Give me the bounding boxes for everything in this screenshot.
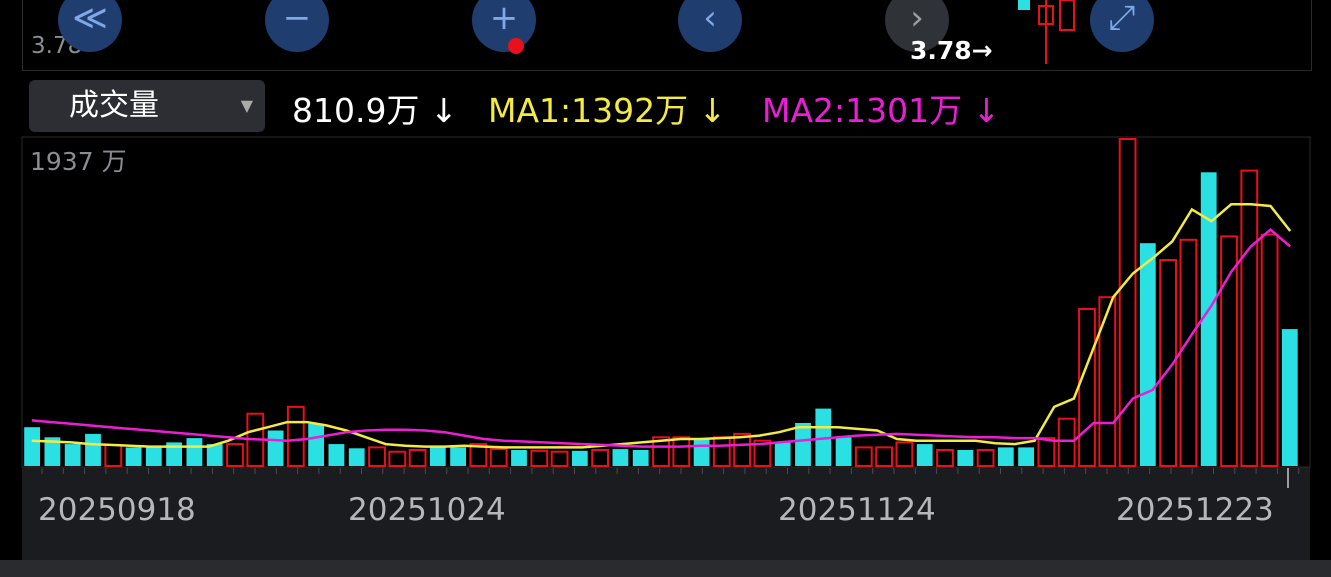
- volume-bar: [530, 449, 549, 467]
- volume-bar: [308, 423, 324, 466]
- volume-bar: [429, 447, 446, 466]
- volume-bar: [1078, 308, 1096, 467]
- volume-bar: [835, 437, 852, 466]
- volume-bar: [693, 438, 710, 466]
- volume-bar: [854, 446, 873, 467]
- volume-bar: [1260, 233, 1279, 467]
- volume-bar: [85, 433, 101, 466]
- volume-bar: [1139, 243, 1156, 466]
- volume-bar: [125, 447, 142, 466]
- volume-bar: [450, 447, 466, 466]
- volume-bar: [1179, 238, 1198, 467]
- volume-bar: [1118, 138, 1137, 467]
- volume-bar: [774, 442, 791, 466]
- volume-bar: [895, 441, 914, 467]
- volume-bar: [1281, 329, 1298, 466]
- volume-bar: [612, 449, 629, 466]
- volume-bar: [916, 444, 933, 466]
- volume-bar: [997, 447, 1014, 466]
- volume-bar: [795, 423, 811, 466]
- volume-bar: [712, 436, 731, 467]
- x-axis-ticks: [41, 468, 1300, 488]
- volume-bar: [226, 443, 244, 468]
- volume-bar: [104, 443, 123, 467]
- volume-bar: [1098, 296, 1117, 468]
- volume-bar: [186, 438, 203, 466]
- y-max-label: 1937 万: [30, 147, 127, 176]
- ma1-line: [31, 203, 1292, 449]
- volume-bar: [328, 444, 345, 466]
- volume-bar: [348, 448, 365, 466]
- volume-bar: [24, 427, 40, 466]
- volume-bar: [388, 450, 407, 468]
- volume-bar: [957, 450, 974, 466]
- volume-bar: [1018, 447, 1034, 466]
- volume-bar: [511, 450, 527, 466]
- volume-bar: [672, 436, 691, 467]
- volume-bar: [875, 446, 894, 467]
- volume-bar: [936, 449, 954, 467]
- ma2-line: [31, 228, 1292, 448]
- volume-bar: [550, 450, 569, 468]
- volume-bar: [1220, 235, 1238, 467]
- volume-bar: [632, 450, 649, 466]
- volume-bar: [1057, 417, 1076, 468]
- volume-bar: [286, 405, 305, 467]
- volume-bar: [1037, 437, 1056, 468]
- volume-bar: [733, 432, 752, 467]
- volume-bar: [368, 446, 386, 467]
- bottom-bar: [0, 560, 1331, 577]
- volume-bar: [489, 448, 508, 468]
- volume-bars: [24, 138, 1298, 468]
- volume-bar: [145, 447, 162, 466]
- volume-bar: [1240, 169, 1259, 467]
- volume-bar: [408, 449, 427, 467]
- volume-bar: [64, 444, 81, 466]
- volume-bar: [976, 449, 995, 467]
- volume-bar: [267, 430, 284, 466]
- volume-chart: 1937 万: [21, 136, 1311, 488]
- volume-bar: [571, 450, 588, 466]
- volume-bar: [591, 449, 610, 467]
